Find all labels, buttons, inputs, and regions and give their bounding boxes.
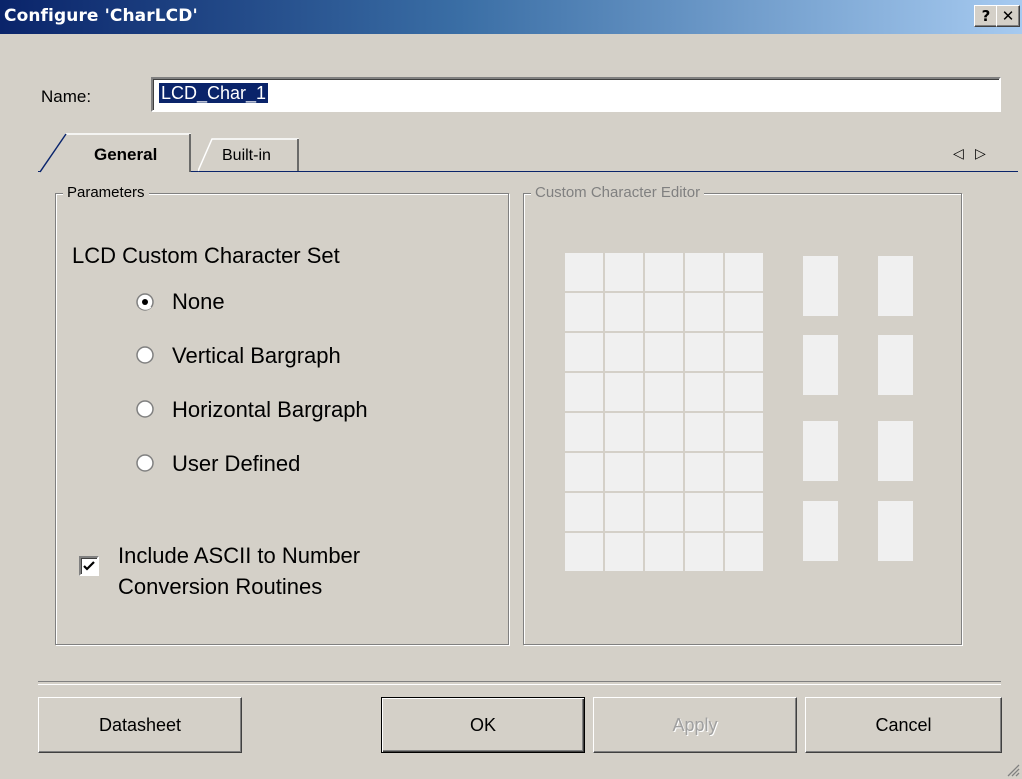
cancel-button[interactable]: Cancel [805, 697, 1002, 753]
pixel-cell[interactable] [685, 493, 723, 531]
ascii-conversion-label-line2: Conversion Routines [118, 574, 323, 599]
close-button[interactable]: ✕ [996, 5, 1020, 27]
radio-none-label[interactable]: None [172, 289, 225, 315]
pixel-cell[interactable] [685, 533, 723, 571]
pixel-cell[interactable] [685, 373, 723, 411]
pixel-cell[interactable] [645, 533, 683, 571]
custom-character-editor-title: Custom Character Editor [531, 184, 705, 201]
pixel-cell[interactable] [725, 493, 763, 531]
pixel-cell[interactable] [725, 533, 763, 571]
pixel-cell[interactable] [645, 253, 683, 291]
character-slot-2[interactable] [878, 256, 913, 316]
pixel-cell[interactable] [685, 293, 723, 331]
name-input[interactable]: LCD_Char_1 [151, 77, 1001, 112]
pixel-cell[interactable] [685, 253, 723, 291]
pixel-cell[interactable] [605, 453, 643, 491]
pixel-cell[interactable] [605, 293, 643, 331]
pixel-cell[interactable] [565, 453, 603, 491]
pixel-cell[interactable] [565, 373, 603, 411]
apply-button[interactable]: Apply [593, 697, 797, 753]
character-slot-7[interactable] [803, 501, 838, 561]
help-button[interactable]: ? [974, 5, 998, 27]
button-separator [38, 681, 1001, 685]
pixel-cell[interactable] [645, 293, 683, 331]
radio-vertical-bargraph[interactable] [136, 346, 154, 364]
radio-none[interactable] [136, 293, 154, 311]
datasheet-button[interactable]: Datasheet [38, 697, 242, 753]
name-input-value: LCD_Char_1 [159, 83, 269, 103]
pixel-cell[interactable] [645, 333, 683, 371]
pixel-cell[interactable] [645, 453, 683, 491]
ok-button[interactable]: OK [381, 697, 585, 753]
parameters-group-title: Parameters [63, 184, 149, 201]
pixel-cell[interactable] [565, 413, 603, 451]
pixel-cell[interactable] [725, 413, 763, 451]
pixel-cell[interactable] [565, 253, 603, 291]
window-title: Configure 'CharLCD' [4, 6, 198, 26]
pixel-cell[interactable] [565, 493, 603, 531]
character-slot-3[interactable] [803, 335, 838, 395]
pixel-cell[interactable] [605, 373, 643, 411]
pixel-cell[interactable] [725, 453, 763, 491]
character-slot-1[interactable] [803, 256, 838, 316]
radio-horizontal-bargraph[interactable] [136, 400, 154, 418]
tab-general[interactable]: General [40, 133, 192, 173]
name-label: Name: [41, 87, 92, 106]
ascii-conversion-label-line1: Include ASCII to Number [118, 543, 361, 568]
pixel-cell[interactable] [605, 413, 643, 451]
character-slot-4[interactable] [878, 335, 913, 395]
pixel-cell[interactable] [605, 333, 643, 371]
pixel-cell[interactable] [645, 373, 683, 411]
radio-vertical-bargraph-label[interactable]: Vertical Bargraph [172, 343, 341, 369]
pixel-cell[interactable] [685, 413, 723, 451]
pixel-cell[interactable] [685, 333, 723, 371]
tab-scroll-right-icon[interactable]: ▷ [975, 146, 986, 162]
tab-built-in-label: Built-in [222, 147, 271, 164]
pixel-cell[interactable] [565, 533, 603, 571]
pixel-cell[interactable] [725, 333, 763, 371]
resize-grip-icon[interactable] [1006, 763, 1020, 777]
pixel-cell[interactable] [645, 413, 683, 451]
tab-general-label: General [94, 145, 158, 164]
pixel-cell[interactable] [605, 533, 643, 571]
pixel-cell[interactable] [725, 253, 763, 291]
ascii-conversion-label[interactable]: Include ASCII to Number Conversion Routi… [118, 540, 360, 602]
pixel-cell[interactable] [565, 293, 603, 331]
pixel-cell[interactable] [645, 493, 683, 531]
pixel-cell[interactable] [725, 293, 763, 331]
radio-horizontal-bargraph-label[interactable]: Horizontal Bargraph [172, 397, 368, 423]
radio-user-defined[interactable] [136, 454, 154, 472]
ascii-conversion-checkbox[interactable] [79, 556, 99, 576]
pixel-grid [565, 253, 764, 572]
pixel-cell[interactable] [565, 333, 603, 371]
pixel-cell[interactable] [605, 253, 643, 291]
tab-scroll-left-icon[interactable]: ◁ [953, 146, 964, 162]
radio-user-defined-label[interactable]: User Defined [172, 451, 300, 477]
character-slot-5[interactable] [803, 421, 838, 481]
title-bar[interactable]: Configure 'CharLCD' ? ✕ [0, 0, 1022, 34]
pixel-cell[interactable] [725, 373, 763, 411]
character-slot-6[interactable] [878, 421, 913, 481]
tab-built-in[interactable]: Built-in [198, 138, 300, 172]
pixel-cell[interactable] [685, 453, 723, 491]
character-slot-8[interactable] [878, 501, 913, 561]
pixel-cell[interactable] [605, 493, 643, 531]
checkmark-icon [83, 561, 95, 571]
character-set-label: LCD Custom Character Set [72, 243, 340, 268]
